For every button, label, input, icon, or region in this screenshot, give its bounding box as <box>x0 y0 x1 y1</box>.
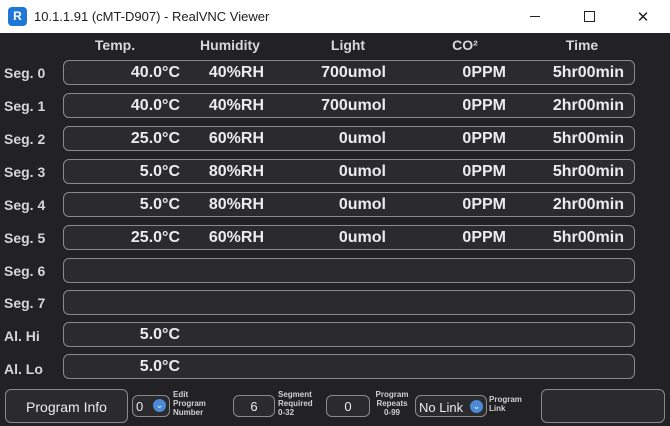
light-value: 0umol <box>338 163 386 180</box>
time-value: 2hr00min <box>552 196 624 213</box>
time-value: 5hr00min <box>552 64 624 81</box>
program-repeats-caption: Program Repeats 0-99 <box>375 390 409 417</box>
segment-label: Seg. 5 <box>4 230 46 246</box>
alarm-low-temp: 5.0°C <box>139 358 180 375</box>
segment-label: Seg. 0 <box>4 65 46 81</box>
segment-row-7[interactable] <box>63 290 635 315</box>
time-value: 5hr00min <box>552 229 624 246</box>
co2-value: 0PPM <box>462 163 506 180</box>
segment-label: Seg. 2 <box>4 131 46 147</box>
co2-value: 0PPM <box>462 196 506 213</box>
close-icon: ✕ <box>636 8 650 26</box>
edit-program-selector[interactable]: 0 ⌄ <box>132 395 170 417</box>
alarm-high-temp: 5.0°C <box>139 326 180 343</box>
edit-program-caption: Edit Program Number <box>173 390 206 417</box>
co2-value: 0PPM <box>462 97 506 114</box>
segment-row-5[interactable]: 25.0°C 60%RH 0umol 0PPM 5hr00min <box>63 225 635 250</box>
header-light: Light <box>330 37 366 53</box>
segment-row-0[interactable]: 40.0°C 40%RH 700umol 0PPM 5hr00min <box>63 60 635 85</box>
alarm-high-label: Al. Hi <box>4 328 40 344</box>
header-co2: CO² <box>452 37 478 53</box>
humidity-value: 60%RH <box>208 229 264 246</box>
header-humidity: Humidity <box>200 37 260 53</box>
blank-button[interactable] <box>541 389 665 423</box>
alarm-low-row[interactable]: 5.0°C <box>63 354 635 379</box>
window-title: 10.1.1.91 (cMT-D907) - RealVNC Viewer <box>34 9 270 24</box>
light-value: 0umol <box>338 229 386 246</box>
realvnc-logo-icon: R <box>8 7 27 26</box>
alarm-high-row[interactable]: 5.0°C <box>63 322 635 347</box>
light-value: 0umol <box>338 130 386 147</box>
program-link-selector[interactable]: No Link ⌄ <box>415 395 487 417</box>
minimize-button[interactable] <box>512 0 558 33</box>
co2-value: 0PPM <box>462 229 506 246</box>
humidity-value: 40%RH <box>208 97 264 114</box>
edit-program-value: 0 <box>136 399 144 414</box>
program-link-value: No Link <box>419 400 464 415</box>
segment-row-3[interactable]: 5.0°C 80%RH 0umol 0PPM 5hr00min <box>63 159 635 184</box>
segment-row-1[interactable]: 40.0°C 40%RH 700umol 0PPM 2hr00min <box>63 93 635 118</box>
temp-value: 25.0°C <box>130 130 180 147</box>
temp-value: 40.0°C <box>130 64 180 81</box>
time-value: 5hr00min <box>552 130 624 147</box>
light-value: 700umol <box>321 97 386 114</box>
segment-row-6[interactable] <box>63 258 635 283</box>
chevron-down-icon: ⌄ <box>153 399 166 412</box>
segment-label: Seg. 3 <box>4 164 46 180</box>
segment-required-input[interactable]: 6 <box>233 395 275 417</box>
segment-row-4[interactable]: 5.0°C 80%RH 0umol 0PPM 2hr00min <box>63 192 635 217</box>
temp-value: 5.0°C <box>139 196 180 213</box>
segment-required-value: 6 <box>250 399 258 414</box>
humidity-value: 60%RH <box>208 130 264 147</box>
segment-label: Seg. 7 <box>4 295 46 311</box>
segment-required-caption: Segment Required 0-32 <box>278 390 313 417</box>
hmi-screen: Temp. Humidity Light CO² Time Seg. 0 40.… <box>0 33 670 426</box>
humidity-value: 80%RH <box>208 196 264 213</box>
alarm-low-label: Al. Lo <box>4 361 43 377</box>
program-info-button[interactable]: Program Info <box>5 389 128 423</box>
close-button[interactable]: ✕ <box>620 0 666 33</box>
program-info-label: Program Info <box>26 399 107 415</box>
temp-value: 25.0°C <box>130 229 180 246</box>
header-temp: Temp. <box>94 37 136 53</box>
maximize-button[interactable] <box>566 0 612 33</box>
light-value: 0umol <box>338 196 386 213</box>
light-value: 700umol <box>321 64 386 81</box>
program-link-caption: Program Link <box>489 395 522 413</box>
temp-value: 40.0°C <box>130 97 180 114</box>
humidity-value: 80%RH <box>208 163 264 180</box>
co2-value: 0PPM <box>462 130 506 147</box>
time-value: 2hr00min <box>552 97 624 114</box>
segment-row-2[interactable]: 25.0°C 60%RH 0umol 0PPM 5hr00min <box>63 126 635 151</box>
humidity-value: 40%RH <box>208 64 264 81</box>
program-repeats-input[interactable]: 0 <box>326 395 370 417</box>
program-repeats-value: 0 <box>344 399 352 414</box>
window-titlebar: R 10.1.1.91 (cMT-D907) - RealVNC Viewer … <box>0 0 670 33</box>
co2-value: 0PPM <box>462 64 506 81</box>
segment-label: Seg. 6 <box>4 263 46 279</box>
header-time: Time <box>565 37 599 53</box>
time-value: 5hr00min <box>552 163 624 180</box>
temp-value: 5.0°C <box>139 163 180 180</box>
segment-label: Seg. 4 <box>4 197 46 213</box>
chevron-down-icon: ⌄ <box>470 400 483 413</box>
segment-label: Seg. 1 <box>4 98 46 114</box>
